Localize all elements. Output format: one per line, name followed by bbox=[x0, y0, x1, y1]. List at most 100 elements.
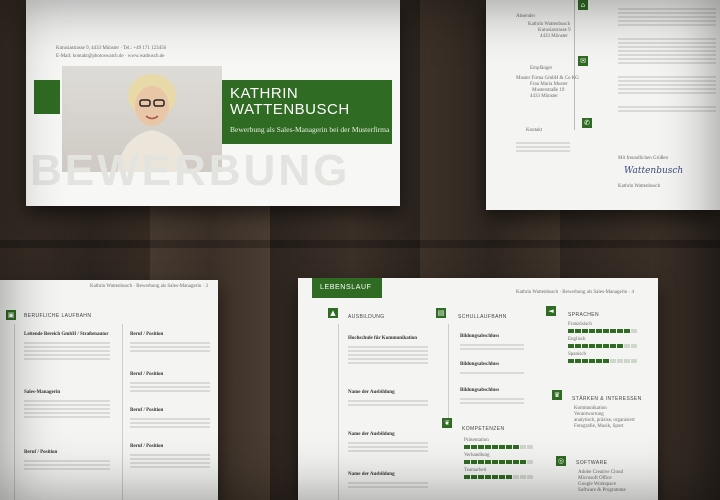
cv-tab-label: LEBENSLAUF bbox=[320, 284, 372, 291]
school-entry: Bildungsabschluss bbox=[460, 334, 500, 339]
home-icon: ⌂ bbox=[578, 0, 588, 10]
career-entry-text bbox=[130, 340, 210, 354]
skill-level-segment bbox=[513, 475, 519, 479]
skill-level-segment bbox=[485, 460, 491, 464]
name-banner: KATHRIN WATTENBUSCH Bewerbung als Sales-… bbox=[222, 80, 392, 144]
trophy-icon: ♛ bbox=[552, 390, 562, 400]
language-level-segment bbox=[589, 344, 595, 348]
language-level-segment bbox=[617, 329, 623, 333]
cover-contact: E-Mail: kontakt@photoswatch.de · www.wat… bbox=[56, 54, 165, 59]
letter-sheet: Absender ⌂ Kathrin Wattenbusch Kutusiast… bbox=[486, 0, 720, 210]
language-level-bar bbox=[568, 359, 648, 363]
letter-body-text bbox=[618, 6, 716, 114]
recipient-line: 4433 Münster bbox=[530, 94, 558, 99]
education-entry-text bbox=[348, 398, 428, 408]
skill-level-segment bbox=[492, 460, 498, 464]
language-level-bar bbox=[568, 329, 648, 333]
letter-signer: Kathrin Wattenbusch bbox=[618, 184, 661, 189]
skill-level-segment bbox=[506, 445, 512, 449]
education-entry: Name der Ausbildung bbox=[348, 432, 395, 437]
career-entry: Beruf / Position bbox=[24, 450, 58, 455]
school-entry: Bildungsabschluss bbox=[460, 388, 500, 393]
career-page-header: Kathrin Wattenbusch · Bewerbung als Sale… bbox=[90, 284, 208, 289]
cv-page: LEBENSLAUF Kathrin Wattenbusch · Bewerbu… bbox=[298, 278, 658, 500]
school-timeline bbox=[448, 324, 449, 424]
languages-list: Französisch Englisch Spanisch bbox=[568, 322, 648, 367]
language-level-segment bbox=[582, 329, 588, 333]
language-level-segment bbox=[603, 344, 609, 348]
language-level-segment bbox=[568, 329, 574, 333]
cover-address: Kutusiastrasse 9, 4433 Münster · Tel.: +… bbox=[56, 46, 167, 51]
skill-level-segment bbox=[506, 460, 512, 464]
letter-divider bbox=[574, 0, 575, 130]
career-entry-right: Beruf / Position bbox=[130, 408, 164, 413]
cv-tab: LEBENSLAUF bbox=[312, 278, 382, 298]
education-entry-text bbox=[348, 344, 428, 366]
skill-level-bar bbox=[464, 445, 544, 449]
language-level-segment bbox=[624, 359, 630, 363]
career-entry: Leitende Bereich GmbH / Straßenautor bbox=[24, 332, 109, 337]
strengths-list: Kommunikation Verantwortung analytisch, … bbox=[574, 406, 635, 430]
career-entry-text bbox=[24, 458, 110, 472]
career-entry-text bbox=[130, 452, 210, 470]
skill-level-segment bbox=[520, 475, 526, 479]
career-entry-right: Beruf / Position bbox=[130, 444, 164, 449]
skill-level-segment bbox=[527, 475, 533, 479]
school-entry-text bbox=[460, 370, 524, 376]
school-title: SCHULLAUFBAHN bbox=[458, 314, 507, 320]
skill-level-segment bbox=[471, 475, 477, 479]
language-level-segment bbox=[582, 359, 588, 363]
language-level-segment bbox=[582, 344, 588, 348]
language-level-segment bbox=[631, 344, 637, 348]
career-timeline bbox=[14, 324, 15, 500]
skill-level-segment bbox=[527, 445, 533, 449]
skill-level-segment bbox=[478, 475, 484, 479]
career-entry-right: Beruf / Position bbox=[130, 372, 164, 377]
skill-level-segment bbox=[520, 445, 526, 449]
career-section-title: BERUFLICHE LAUFBAHN bbox=[24, 313, 92, 319]
language-level-segment bbox=[568, 359, 574, 363]
sender-label: Absender bbox=[516, 14, 536, 19]
skill-level-segment bbox=[464, 445, 470, 449]
skill-level-segment bbox=[485, 445, 491, 449]
skill-level-segment bbox=[471, 445, 477, 449]
career-entry-text bbox=[130, 380, 210, 394]
skill-level-segment bbox=[513, 460, 519, 464]
sender-line: 4433 Münster bbox=[540, 34, 568, 39]
strength-item: Fotografie, Musik, Sport bbox=[574, 424, 624, 429]
career-entry: Sales-Managerin bbox=[24, 390, 61, 395]
education-entry: Name der Ausbildung bbox=[348, 390, 395, 395]
language-level-segment bbox=[596, 359, 602, 363]
skill-level-segment bbox=[485, 475, 491, 479]
recipient-label: Empfänger bbox=[530, 66, 553, 71]
skill-level-segment bbox=[492, 445, 498, 449]
language-level-segment bbox=[631, 359, 637, 363]
career-entry-text bbox=[130, 416, 210, 430]
skill-level-bar bbox=[464, 460, 544, 464]
school-icon: ▤ bbox=[436, 308, 446, 318]
language-level-segment bbox=[568, 344, 574, 348]
cover-subtitle: Bewerbung als Sales-Managerin bei der Mu… bbox=[230, 125, 390, 134]
skill-level-segment bbox=[478, 445, 484, 449]
megaphone-icon: ◄ bbox=[546, 306, 556, 316]
skill-level-segment bbox=[513, 445, 519, 449]
contact-label: Kontakt bbox=[526, 128, 543, 133]
signature: Wattenbusch bbox=[624, 166, 684, 176]
software-item: Software & Programme bbox=[578, 488, 626, 493]
language-level-segment bbox=[610, 329, 616, 333]
skill-level-segment bbox=[499, 475, 505, 479]
language-level-segment bbox=[603, 359, 609, 363]
language-level-bar bbox=[568, 344, 648, 348]
language-name: Englisch bbox=[568, 337, 586, 342]
cover-watermark: BEWERBUNG bbox=[30, 146, 351, 195]
education-title: AUSBILDUNG bbox=[348, 314, 385, 320]
phone-icon: ✆ bbox=[582, 118, 592, 128]
letter-closing: Mit freundlichen Grüßen bbox=[618, 156, 668, 161]
career-page: Kathrin Wattenbusch · Bewerbung als Sale… bbox=[0, 280, 218, 500]
cover-green-stripe-left bbox=[34, 80, 60, 114]
skills-list: Präsentation Verhandlung Teamarbeit bbox=[464, 438, 544, 483]
globe-icon: ◎ bbox=[556, 456, 566, 466]
career-entry-text bbox=[24, 398, 110, 420]
language-level-segment bbox=[631, 329, 637, 333]
language-level-segment bbox=[617, 344, 623, 348]
